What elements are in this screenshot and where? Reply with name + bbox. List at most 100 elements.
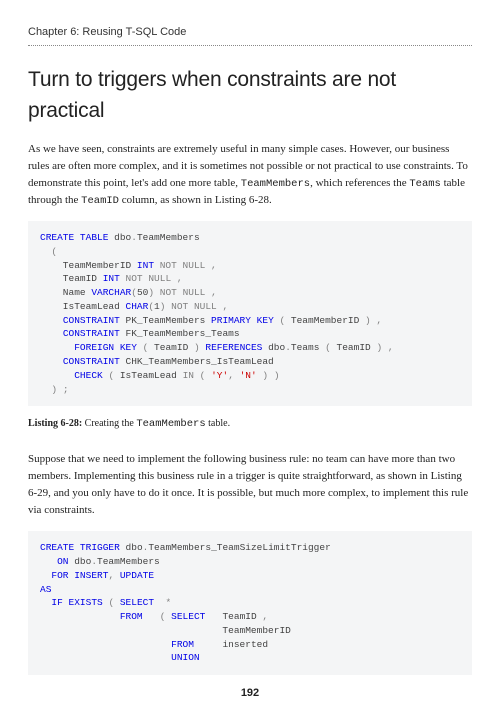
str: 'N' bbox=[240, 370, 257, 381]
op: ( bbox=[40, 246, 57, 257]
caption-text-b: Creating the bbox=[82, 418, 136, 429]
kw: UNION bbox=[171, 652, 200, 663]
t: TeamID bbox=[148, 342, 194, 353]
op: , bbox=[205, 260, 216, 271]
kw: CONSTRAINT bbox=[63, 315, 120, 326]
t: Name bbox=[40, 287, 91, 298]
kw: KEY bbox=[120, 342, 137, 353]
caption-code: TeamMembers bbox=[136, 418, 205, 430]
kw: PRIMARY bbox=[211, 315, 251, 326]
t bbox=[40, 652, 171, 663]
t: PK_TeamMembers bbox=[120, 315, 211, 326]
kw: KEY bbox=[257, 315, 274, 326]
kw: IF bbox=[51, 597, 62, 608]
t bbox=[40, 639, 171, 650]
header-rule bbox=[28, 45, 472, 46]
kw: IN bbox=[183, 370, 194, 381]
t: FK_TeamMembers_Teams bbox=[120, 328, 240, 339]
t: TeamMembers bbox=[97, 556, 160, 567]
kw: NULL bbox=[183, 260, 206, 271]
kw: UPDATE bbox=[120, 570, 154, 581]
kw: NOT bbox=[171, 301, 188, 312]
t: dbo bbox=[108, 232, 131, 243]
page-number: 192 bbox=[28, 685, 472, 702]
t: TeamMemberID bbox=[285, 315, 365, 326]
inline-code-teammembers: TeamMembers bbox=[241, 178, 310, 190]
t: TeamID bbox=[40, 273, 103, 284]
kw: FROM bbox=[171, 639, 194, 650]
t: IsTeamLead bbox=[114, 370, 182, 381]
t bbox=[40, 328, 63, 339]
kw: VARCHAR bbox=[91, 287, 131, 298]
op: , bbox=[217, 301, 228, 312]
t bbox=[40, 384, 51, 395]
t: dbo bbox=[262, 342, 285, 353]
op: * bbox=[165, 597, 171, 608]
kw: NULL bbox=[194, 301, 217, 312]
kw: CONSTRAINT bbox=[63, 328, 120, 339]
inline-code-teams: Teams bbox=[409, 178, 441, 190]
t: 50 bbox=[137, 287, 148, 298]
kw: FOR bbox=[51, 570, 68, 581]
kw: INT bbox=[103, 273, 120, 284]
kw: EXISTS bbox=[69, 597, 103, 608]
kw: REFERENCES bbox=[205, 342, 262, 353]
t: IsTeamLead bbox=[40, 301, 126, 312]
code-listing-6-28: CREATE TABLE dbo.TeamMembers ( TeamMembe… bbox=[28, 221, 472, 406]
t: dbo bbox=[69, 556, 92, 567]
section-heading: Turn to triggers when constraints are no… bbox=[28, 64, 472, 127]
kw: NULL bbox=[183, 287, 206, 298]
str: 'Y' bbox=[211, 370, 228, 381]
kw: NOT bbox=[126, 273, 143, 284]
kw: CHECK bbox=[74, 370, 103, 381]
op: , bbox=[171, 273, 182, 284]
kw: NOT bbox=[160, 287, 177, 298]
t bbox=[40, 370, 74, 381]
op: ) bbox=[274, 370, 280, 381]
t bbox=[40, 597, 51, 608]
t: TeamID bbox=[331, 342, 377, 353]
para1-text-d: column, as shown in Listing 6-28. bbox=[119, 194, 272, 206]
chapter-header: Chapter 6: Reusing T-SQL Code bbox=[28, 24, 472, 45]
op: , bbox=[371, 315, 382, 326]
t: TeamMembers bbox=[137, 232, 200, 243]
caption-label: Listing 6-28: bbox=[28, 418, 82, 429]
kw: CONSTRAINT bbox=[63, 356, 120, 367]
op: ; bbox=[63, 384, 69, 395]
kw: SELECT bbox=[120, 597, 154, 608]
t: TeamMembers_TeamSizeLimitTrigger bbox=[148, 542, 330, 553]
t bbox=[40, 342, 74, 353]
t bbox=[154, 597, 165, 608]
t: Teams bbox=[291, 342, 325, 353]
inline-code-teamid: TeamID bbox=[81, 195, 119, 207]
op: , bbox=[382, 342, 393, 353]
paragraph-2: Suppose that we need to implement the fo… bbox=[28, 451, 472, 519]
t bbox=[40, 356, 63, 367]
t: inserted bbox=[194, 639, 268, 650]
t bbox=[40, 556, 57, 567]
listing-caption-6-28: Listing 6-28: Creating the TeamMembers t… bbox=[28, 416, 472, 433]
para1-text-b: , which references the bbox=[310, 177, 409, 189]
t: TeamMemberID bbox=[40, 260, 137, 271]
kw: NOT bbox=[160, 260, 177, 271]
t bbox=[40, 570, 51, 581]
kw: ON bbox=[57, 556, 68, 567]
kw: TABLE bbox=[80, 232, 109, 243]
t: CHK_TeamMembers_IsTeamLead bbox=[120, 356, 274, 367]
caption-text-c: table. bbox=[206, 418, 230, 429]
kw: INSERT bbox=[74, 570, 108, 581]
paragraph-1: As we have seen, constraints are extreme… bbox=[28, 141, 472, 210]
kw: INT bbox=[137, 260, 154, 271]
t: TeamMemberID bbox=[40, 625, 291, 636]
kw: CHAR bbox=[126, 301, 149, 312]
kw: NULL bbox=[148, 273, 171, 284]
code-listing-6-29: CREATE TRIGGER dbo.TeamMembers_TeamSizeL… bbox=[28, 531, 472, 675]
op: , bbox=[205, 287, 216, 298]
kw: CREATE bbox=[40, 232, 74, 243]
t: dbo bbox=[120, 542, 143, 553]
kw: TRIGGER bbox=[80, 542, 120, 553]
kw: FOREIGN bbox=[74, 342, 114, 353]
t bbox=[40, 315, 63, 326]
kw: AS bbox=[40, 584, 51, 595]
kw: CREATE bbox=[40, 542, 74, 553]
